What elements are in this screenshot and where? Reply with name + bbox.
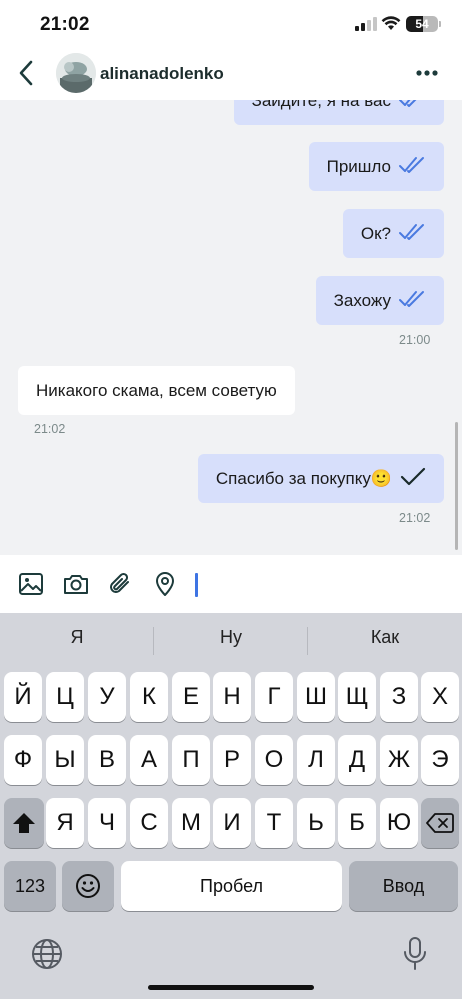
- message-text: Ок?: [360, 224, 391, 243]
- suggestion-3[interactable]: Как: [308, 627, 462, 648]
- key[interactable]: Ш: [297, 672, 335, 722]
- double-check-icon: [399, 157, 424, 173]
- globe-icon[interactable]: [31, 938, 63, 970]
- key[interactable]: С: [130, 798, 168, 848]
- key[interactable]: Р: [213, 735, 251, 785]
- message-bubble-outgoing[interactable]: Захожу: [315, 276, 444, 325]
- suggestion-1[interactable]: Я: [0, 627, 154, 648]
- key[interactable]: Ц: [46, 672, 84, 722]
- status-time: 21:02: [40, 14, 90, 35]
- key[interactable]: Е: [172, 672, 210, 722]
- emoji-key[interactable]: [62, 861, 114, 911]
- message-bubble-outgoing[interactable]: Пришло: [308, 142, 444, 191]
- double-check-icon: [399, 291, 424, 307]
- key[interactable]: Й: [4, 672, 42, 722]
- message-text: Пришло: [326, 157, 391, 176]
- key[interactable]: Ж: [380, 735, 418, 785]
- key[interactable]: З: [380, 672, 418, 722]
- shift-key[interactable]: [4, 798, 44, 848]
- key[interactable]: Ь: [297, 798, 335, 848]
- key[interactable]: Т: [255, 798, 293, 848]
- key[interactable]: Г: [255, 672, 293, 722]
- message-text: Зайдите, я на вас: [251, 100, 391, 110]
- contact-name[interactable]: alinanadolenko: [100, 64, 224, 84]
- double-check-icon: [399, 100, 417, 107]
- key[interactable]: У: [88, 672, 126, 722]
- keyboard: Я Ну Как Й Ц У К Е Н Г Ш Щ З Х Ф Ы В А П…: [0, 613, 462, 999]
- wifi-icon: [381, 16, 401, 30]
- message-bubble-outgoing[interactable]: Ок?: [342, 209, 444, 258]
- key[interactable]: Б: [338, 798, 376, 848]
- numbers-key[interactable]: 123: [4, 861, 56, 911]
- key[interactable]: Ы: [46, 735, 84, 785]
- battery-icon: 54: [406, 16, 438, 32]
- suggestion-2[interactable]: Ну: [154, 627, 308, 648]
- return-key[interactable]: Ввод: [349, 861, 458, 911]
- message-bubble-incoming[interactable]: Никакого скама, всем советую: [18, 366, 295, 415]
- image-icon[interactable]: [17, 570, 45, 598]
- key[interactable]: Я: [46, 798, 84, 848]
- key[interactable]: О: [255, 735, 293, 785]
- key[interactable]: Ю: [380, 798, 418, 848]
- emoji-icon: [76, 874, 100, 898]
- message-composer: [0, 555, 462, 613]
- key[interactable]: В: [88, 735, 126, 785]
- more-options-button[interactable]: [412, 62, 442, 84]
- key[interactable]: А: [130, 735, 168, 785]
- location-pin-icon[interactable]: [151, 570, 179, 598]
- double-check-icon: [399, 224, 424, 240]
- message-timestamp: 21:00: [399, 333, 431, 347]
- key[interactable]: Л: [297, 735, 335, 785]
- message-timestamp: 21:02: [34, 422, 66, 436]
- message-text: Захожу: [333, 291, 391, 310]
- back-button[interactable]: [14, 58, 40, 88]
- backspace-icon: [426, 813, 454, 833]
- space-key[interactable]: Пробел: [121, 861, 342, 911]
- chat-messages[interactable]: Зайдите, я на вас Пришло Ок? Захожу 21:0…: [0, 100, 462, 555]
- chat-header: alinanadolenko: [0, 50, 462, 100]
- battery-tip: [439, 21, 441, 27]
- check-icon: [400, 467, 426, 486]
- backspace-key[interactable]: [421, 798, 459, 848]
- avatar-image: [56, 53, 96, 93]
- message-bubble-outgoing[interactable]: Спасибо за покупку🙂: [197, 454, 444, 503]
- avatar[interactable]: [56, 53, 96, 93]
- key[interactable]: Х: [421, 672, 459, 722]
- cellular-signal-icon: [355, 17, 377, 31]
- key[interactable]: М: [172, 798, 210, 848]
- key[interactable]: П: [172, 735, 210, 785]
- message-input[interactable]: [195, 573, 198, 597]
- shift-icon: [13, 813, 35, 833]
- battery-percent: 54: [415, 17, 429, 31]
- key[interactable]: Ч: [88, 798, 126, 848]
- home-indicator: [148, 985, 314, 990]
- key[interactable]: Щ: [338, 672, 376, 722]
- key[interactable]: И: [213, 798, 251, 848]
- message-text: Спасибо за покупку🙂: [215, 469, 392, 488]
- message-timestamp: 21:02: [399, 511, 431, 525]
- key[interactable]: Э: [421, 735, 459, 785]
- key[interactable]: Д: [338, 735, 376, 785]
- scrollbar[interactable]: [455, 422, 458, 550]
- message-bubble-outgoing[interactable]: Зайдите, я на вас: [233, 100, 444, 125]
- microphone-icon[interactable]: [402, 936, 428, 972]
- key[interactable]: К: [130, 672, 168, 722]
- paperclip-icon[interactable]: [106, 570, 134, 598]
- status-bar: 21:02 54: [0, 0, 462, 50]
- message-text: Никакого скама, всем советую: [36, 381, 277, 400]
- camera-icon[interactable]: [62, 570, 90, 598]
- key[interactable]: Н: [213, 672, 251, 722]
- key[interactable]: Ф: [4, 735, 42, 785]
